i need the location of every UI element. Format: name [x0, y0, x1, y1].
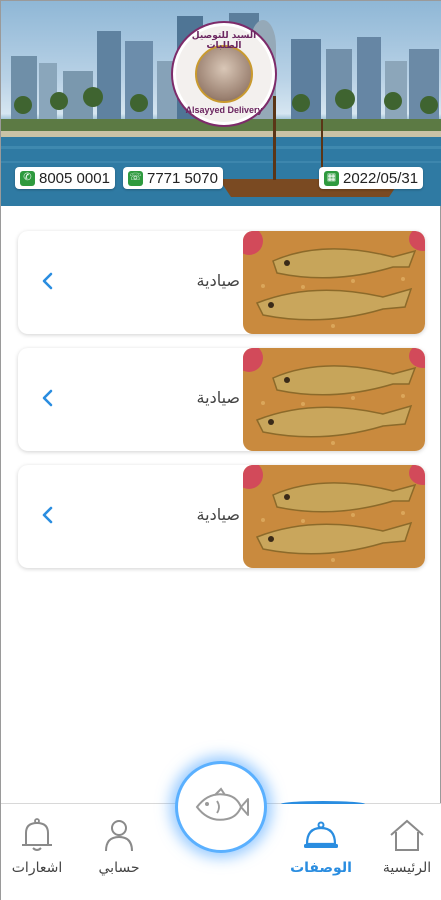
fish-icon [195, 787, 249, 821]
logo-latin-text: Alsayyed Delivery [185, 105, 263, 115]
nav-recipes-label: الوصفات [290, 860, 352, 876]
brand-logo: السيد للتوصيل الطلبات Alsayyed Delivery [173, 23, 275, 125]
nav-recipes[interactable]: الوصفات [281, 818, 361, 876]
nav-account[interactable]: حسابي [79, 818, 159, 876]
user-icon [105, 820, 133, 852]
whatsapp-icon: ☏ [128, 170, 143, 186]
logo-arabic-text: السيد للتوصيل الطلبات [191, 31, 257, 51]
bell-icon [22, 818, 52, 851]
nav-notifications[interactable]: اشعارات [0, 818, 77, 876]
chevron-left-icon[interactable] [40, 388, 56, 408]
nav-home-label: الرئيسية [382, 860, 432, 876]
recipe-list: صيادية صيادية صيادية [18, 231, 425, 582]
recipe-image [243, 348, 425, 451]
whatsapp-badge[interactable]: ☏ 7771 5070 [123, 167, 223, 189]
recipe-image [243, 231, 425, 334]
nav-home[interactable]: الرئيسية [367, 818, 441, 876]
nav-notifications-label: اشعارات [11, 860, 63, 876]
recipe-title: صيادية [196, 505, 240, 524]
logo-emblem [195, 45, 253, 103]
phone-badge[interactable]: ✆ 8005 0001 [15, 167, 115, 189]
recipe-card[interactable]: صيادية [18, 231, 425, 334]
recipe-card[interactable]: صيادية [18, 348, 425, 451]
recipe-card[interactable]: صيادية [18, 465, 425, 568]
header-banner: السيد للتوصيل الطلبات Alsayyed Delivery … [1, 1, 441, 206]
chevron-left-icon[interactable] [40, 505, 56, 525]
phone-icon: ✆ [20, 170, 35, 186]
home-icon [390, 819, 424, 851]
recipe-title: صيادية [196, 271, 240, 290]
recipe-title: صيادية [196, 388, 240, 407]
fish-fab-button[interactable] [175, 761, 267, 853]
calendar-icon: ▦ [324, 170, 339, 186]
chevron-left-icon[interactable] [40, 271, 56, 291]
nav-account-label: حسابي [98, 860, 140, 876]
date-badge: ▦ 2022/05/31 [319, 167, 424, 189]
recipe-image [243, 465, 425, 568]
phone-number: 8005 0001 [39, 169, 110, 187]
whatsapp-number: 7771 5070 [147, 169, 218, 187]
date-text: 2022/05/31 [343, 169, 419, 187]
serving-cloche-icon [304, 821, 338, 848]
nav-active-indicator [281, 801, 365, 807]
